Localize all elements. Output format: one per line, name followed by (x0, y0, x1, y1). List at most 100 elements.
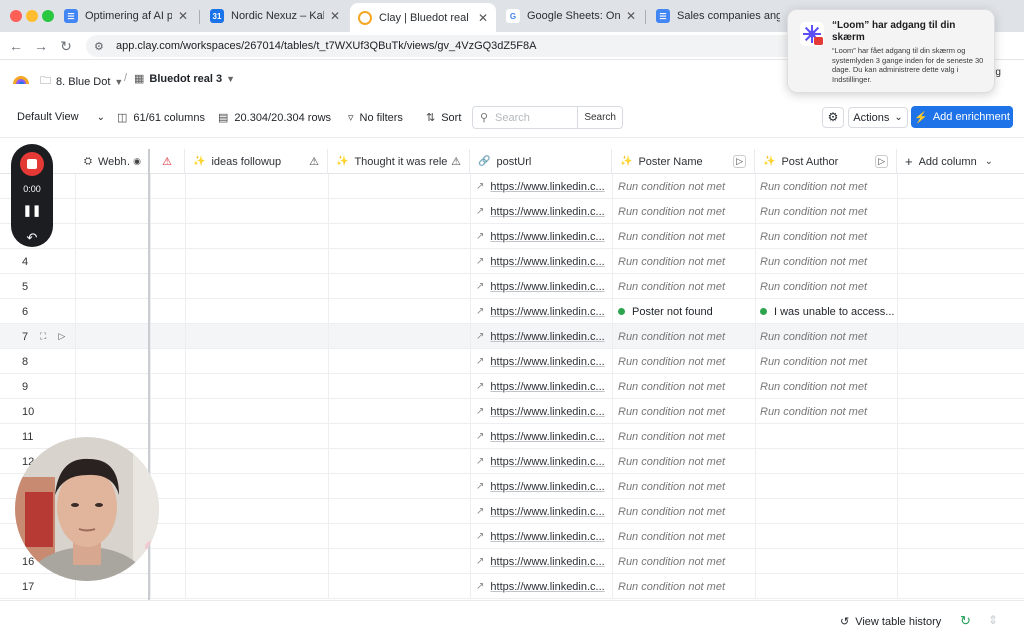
post-url-cell[interactable]: ↗ https://www.linkedin.c... (476, 574, 610, 599)
poster-name-cell[interactable]: Run condition not met (618, 174, 752, 199)
add-enrichment-button[interactable]: ⚡ Add enrichment (911, 106, 1013, 128)
column-header-thought-relevant[interactable]: ✨ Thought it was relevan ⚠ (328, 149, 470, 174)
close-tab-icon[interactable]: ✕ (626, 9, 636, 23)
url-field[interactable]: ⚙ app.clay.com/workspaces/267014/tables/… (86, 35, 846, 57)
column-header-webhook[interactable]: ⛭ Webh… ◉ (76, 149, 150, 174)
post-url-cell[interactable]: ↗ https://www.linkedin.c... (476, 374, 610, 399)
external-link-icon[interactable]: ↗ (476, 556, 484, 567)
poster-name-cell[interactable]: Run condition not met (618, 249, 752, 274)
external-link-icon[interactable]: ↗ (476, 181, 484, 192)
post-author-cell[interactable]: Run condition not met (760, 399, 894, 424)
column-header-poster-name[interactable]: ✨ Poster Name ▷ (612, 149, 755, 174)
post-url-cell[interactable]: ↗ https://www.linkedin.c... (476, 549, 610, 574)
post-author-cell[interactable]: Run condition not met (760, 374, 894, 399)
post-author-cell[interactable]: Run condition not met (760, 274, 894, 299)
post-url-cell[interactable]: ↗ https://www.linkedin.c... (476, 224, 610, 249)
post-author-cell[interactable]: Run condition not met (760, 249, 894, 274)
post-url-cell[interactable]: ↗ https://www.linkedin.c... (476, 424, 610, 449)
table-row[interactable]: 6 ↗ https://www.linkedin.c... Poster not fo… (0, 299, 1024, 324)
settings-icon[interactable]: ◉ (133, 156, 141, 167)
post-url-cell[interactable]: ↗ https://www.linkedin.c... (476, 174, 610, 199)
post-url-cell[interactable]: ↗ https://www.linkedin.c... (476, 249, 610, 274)
view-table-history-button[interactable]: ↺ View table history (840, 615, 941, 629)
columns-button[interactable]: ◫ 61/61 columns (117, 111, 205, 125)
browser-tab[interactable]: ☰ Optimering af AI prompt ✕ (56, 4, 196, 28)
post-url-cell[interactable]: ↗ https://www.linkedin.c... (476, 199, 610, 224)
post-author-cell[interactable]: Run condition not met (760, 349, 894, 374)
poster-name-cell[interactable]: Run condition not met (618, 549, 752, 574)
add-column-button[interactable]: + Add column ⌄ (897, 149, 1001, 174)
actions-button[interactable]: Actions ⌄ (848, 107, 908, 128)
search-button[interactable]: Search (577, 107, 622, 128)
external-link-icon[interactable]: ↗ (476, 431, 484, 442)
external-link-icon[interactable]: ↗ (476, 406, 484, 417)
restart-icon[interactable]: ↶ (11, 230, 53, 246)
external-link-icon[interactable]: ↗ (476, 206, 484, 217)
stop-recording-button[interactable] (20, 152, 44, 176)
post-author-cell[interactable]: Run condition not met (760, 174, 894, 199)
post-url-cell[interactable]: ↗ https://www.linkedin.c... (476, 524, 610, 549)
loom-notification[interactable]: “Loom” har adgang til din skærm “Loom” h… (787, 9, 995, 93)
poster-name-cell[interactable]: Run condition not met (618, 424, 752, 449)
external-link-icon[interactable]: ↗ (476, 281, 484, 292)
site-info-icon[interactable]: ⚙ (94, 40, 108, 53)
table-row[interactable]: 10 ↗ https://www.linkedin.c... Run conditio… (0, 399, 1024, 424)
search-input[interactable] (495, 111, 577, 124)
external-link-icon[interactable]: ↗ (476, 381, 484, 392)
browser-tab[interactable]: 31 Nordic Nexuz – Kalende ✕ (202, 4, 348, 28)
post-author-cell[interactable]: Run condition not met (760, 199, 894, 224)
table-row[interactable]: 16 ↗ https://www.linkedin.c... Run conditio… (0, 549, 1024, 574)
table-row[interactable]: 11 ↗ https://www.linkedin.c... Run conditio… (0, 424, 1024, 449)
view-selector[interactable]: Default View ⌄ (17, 111, 105, 123)
poster-name-cell[interactable]: Run condition not met (618, 499, 752, 524)
external-link-icon[interactable]: ↗ (476, 356, 484, 367)
external-link-icon[interactable]: ↗ (476, 331, 484, 342)
expand-row-icon[interactable]: ⛶ (40, 331, 46, 341)
filter-button[interactable]: ▿ No filters (348, 111, 403, 125)
column-header-post-author[interactable]: ✨ Post Author ▷ (755, 149, 897, 174)
table-row[interactable]: 9 ↗ https://www.linkedin.c... Run condition… (0, 374, 1024, 399)
poster-name-cell[interactable]: Run condition not met (618, 574, 752, 599)
external-link-icon[interactable]: ↗ (476, 506, 484, 517)
table-row[interactable]: 4 ↗ https://www.linkedin.c... Run condition… (0, 249, 1024, 274)
back-arrow-icon[interactable]: ← (8, 38, 24, 54)
post-author-cell[interactable]: Run condition not met (760, 324, 894, 349)
column-header-posturl[interactable]: 🔗 postUrl (470, 149, 612, 174)
reload-icon[interactable]: ↻ (58, 38, 74, 55)
rows-count[interactable]: ▤ 20.304/20.304 rows (218, 111, 331, 125)
poster-name-cell[interactable]: Run condition not met (618, 349, 752, 374)
clay-logo-icon[interactable] (11, 70, 31, 86)
external-link-icon[interactable]: ↗ (476, 306, 484, 317)
post-url-cell[interactable]: ↗ https://www.linkedin.c... (476, 349, 610, 374)
post-url-cell[interactable]: ↗ https://www.linkedin.c... (476, 474, 610, 499)
poster-name-cell[interactable]: Run condition not met (618, 199, 752, 224)
external-link-icon[interactable]: ↗ (476, 481, 484, 492)
table-row[interactable]: 7 ⛶ ▷ ↗ https://www.linkedin.c... Run conditi… (0, 324, 1024, 349)
post-url-cell[interactable]: ↗ https://www.linkedin.c... (476, 399, 610, 424)
poster-name-cell[interactable]: Run condition not met (618, 274, 752, 299)
poster-name-cell[interactable]: Run condition not met (618, 399, 752, 424)
browser-tab[interactable]: G Google Sheets: Onliner ✕ (498, 4, 644, 28)
poster-name-cell[interactable]: Run condition not met (618, 374, 752, 399)
poster-name-cell[interactable]: Run condition not met (618, 224, 752, 249)
post-url-cell[interactable]: ↗ https://www.linkedin.c... (476, 324, 610, 349)
post-url-cell[interactable]: ↗ https://www.linkedin.c... (476, 499, 610, 524)
external-link-icon[interactable]: ↗ (476, 531, 484, 542)
post-author-cell[interactable]: Run condition not met (760, 224, 894, 249)
table-row[interactable]: 2↗https://www.linkedin.c...Run condition… (0, 199, 1024, 224)
minimize-window-icon[interactable] (26, 10, 38, 22)
column-header-ideas-followup[interactable]: ✨ ideas followup ⚠ (185, 149, 328, 174)
poster-name-cell[interactable]: Run condition not met (618, 474, 752, 499)
close-tab-icon[interactable]: ✕ (178, 9, 188, 23)
external-link-icon[interactable]: ↗ (476, 231, 484, 242)
external-link-icon[interactable]: ↗ (476, 581, 484, 592)
column-header-warning[interactable]: ⚠ (150, 149, 185, 174)
browser-tab[interactable]: ☰ Sales companies angle (648, 4, 788, 28)
loom-camera-bubble[interactable] (15, 437, 159, 581)
table-row[interactable]: 3↗https://www.linkedin.c...Run condition… (0, 224, 1024, 249)
post-url-cell[interactable]: ↗ https://www.linkedin.c... (476, 449, 610, 474)
poster-name-cell[interactable]: Run condition not met (618, 524, 752, 549)
post-author-cell[interactable]: I was unable to access... (760, 299, 894, 324)
play-icon[interactable]: ▷ (733, 155, 746, 168)
table-breadcrumb[interactable]: ▦ Bluedot real 3 ▼ (134, 72, 235, 86)
